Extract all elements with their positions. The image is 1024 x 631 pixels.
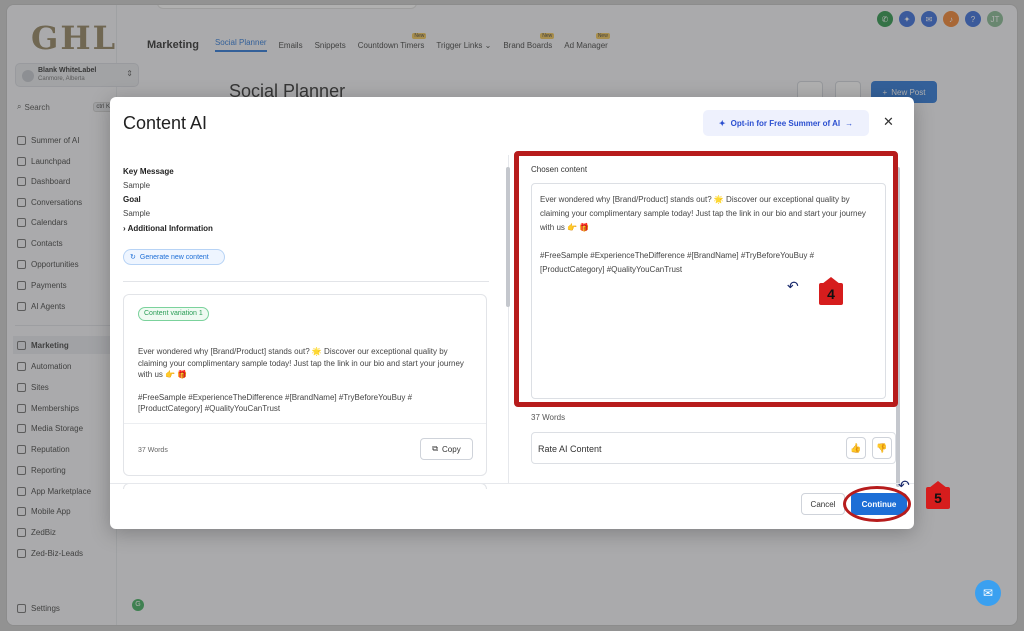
rate-label: Rate AI Content (538, 444, 602, 454)
content-inputs: Key Message Sample Goal Sample › Additio… (123, 165, 491, 236)
variation-hashtags: #FreeSample #ExperienceTheDifference #[B… (138, 392, 413, 414)
close-icon[interactable]: ✕ (883, 114, 894, 130)
annotation-arrow-icon: ↶ (787, 278, 799, 294)
rate-ai-content: Rate AI Content 👍 👎 (531, 432, 896, 464)
copy-button[interactable]: ⧉ Copy (420, 438, 473, 460)
optin-label: Opt-in for Free Summer of AI (730, 118, 841, 128)
cancel-button[interactable]: Cancel (801, 493, 845, 515)
annotation-arrow-icon: ↶ (898, 477, 910, 493)
chat-icon: ✉ (982, 586, 994, 600)
step-4-badge: 4 (819, 277, 843, 305)
additional-info-toggle[interactable]: › Additional Information (123, 222, 491, 236)
highlight-box (514, 151, 898, 407)
left-scrollbar[interactable] (506, 167, 510, 307)
optin-summer-ai-button[interactable]: ✦ Opt-in for Free Summer of AI → (703, 110, 869, 136)
content-ai-modal: Content AI ✦ Opt-in for Free Summer of A… (110, 97, 950, 529)
arrow-right-icon: → (845, 118, 854, 128)
thumbs-down-icon[interactable]: 👎 (872, 437, 892, 459)
variation-body: Ever wondered why [Brand/Product] stands… (138, 347, 464, 379)
sparkle-icon: ✦ (718, 118, 726, 128)
content-variation-card[interactable]: Content variation 1 Ever wondered why [B… (123, 294, 487, 476)
modal-title: Content AI (123, 113, 208, 133)
chat-widget-button[interactable]: ✉ (975, 580, 1001, 606)
chevron-right-icon: › (123, 224, 126, 233)
card-divider (124, 423, 486, 424)
step-5-badge: 5 (926, 481, 950, 509)
divider (123, 281, 489, 282)
additional-info-label: Additional Information (127, 224, 213, 233)
goal-label: Goal (123, 195, 141, 204)
modal-footer-divider (110, 483, 914, 484)
chosen-word-count: 37 Words (531, 413, 566, 422)
variation-word-count: 37 Words (138, 447, 168, 454)
thumbs-up-icon[interactable]: 👍 (846, 437, 866, 459)
variation-text: Ever wondered why [Brand/Product] stands… (138, 346, 476, 415)
refresh-icon: ↻ (130, 254, 136, 261)
key-message-label: Key Message (123, 167, 174, 176)
copy-icon: ⧉ (432, 444, 439, 453)
generate-new-content-button[interactable]: ↻ Generate new content (123, 249, 225, 265)
variation-tag: Content variation 1 (138, 307, 209, 321)
goal-value: Sample (123, 209, 151, 218)
copy-label: Copy (442, 444, 461, 454)
key-message-value: Sample (123, 181, 151, 190)
generate-label: Generate new content (139, 253, 209, 261)
